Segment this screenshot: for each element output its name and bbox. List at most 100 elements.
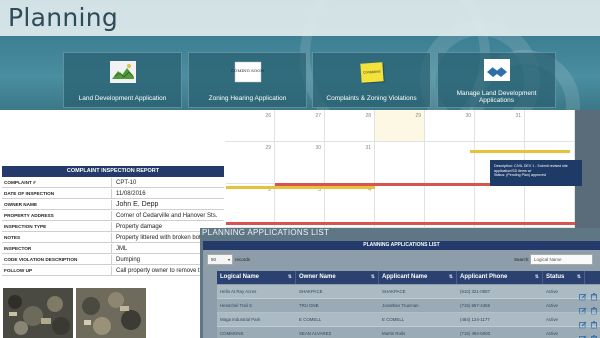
coming-soon-text: COMING SOON	[231, 68, 264, 73]
entries-value: 50	[211, 257, 217, 262]
column-header[interactable]: Owner Name ⇅	[296, 271, 379, 284]
calendar-day-cell[interactable]	[525, 110, 575, 142]
calendar-day-cell[interactable]: 27	[275, 110, 325, 142]
tooltip-line: Status: (Pending Plan) approved	[494, 173, 546, 177]
table-cell: E COMELL	[382, 317, 405, 322]
sticky-note-text: Complaints	[363, 69, 381, 75]
delete-icon[interactable]	[590, 316, 598, 329]
tile-complaints-zoning-violations[interactable]: Complaints Complaints & Zoning Violation…	[312, 52, 431, 108]
report-field-label: CODE VIOLATION DESCRIPTION	[4, 255, 112, 265]
event-tooltip: Description: CIVIL DEV 1 - Submit revise…	[490, 160, 582, 186]
tile-label: Zoning Hearing Application	[208, 95, 287, 102]
report-row: INSPECTOR JML	[2, 244, 224, 254]
panel-title: PLANNING APPLICATIONS LIST	[203, 241, 600, 250]
photo-trash-2	[76, 288, 146, 338]
calendar-event[interactable]	[275, 183, 525, 186]
report-field-label: OWNER NAME	[4, 200, 112, 210]
tile-land-development-application[interactable]: Land Development Application	[63, 52, 182, 108]
column-header[interactable]: Status ⇅	[543, 271, 585, 284]
sort-icon[interactable]: ⇅	[535, 271, 539, 284]
tile-manage-land-development-applications[interactable]: Manage Land Development Applications	[437, 52, 556, 108]
report-field-value: Corner of Cedarville and Hanover Sts.	[116, 213, 218, 219]
table-cell: (715) 867-4456	[460, 303, 491, 308]
calendar-day-cell[interactable]: 30	[425, 110, 475, 142]
sort-icon[interactable]: ⇅	[577, 271, 581, 284]
table-row[interactable]: Hello At Ray Acres SHAKPACE SHAKPACE (610) …	[217, 285, 600, 301]
tile-label: Manage Land Development Applications	[456, 90, 537, 104]
calendar-day-cell[interactable]: 30	[275, 142, 325, 184]
calendar-day-number: 30	[315, 145, 321, 151]
table-cell: SEAN ALVAREZ	[299, 331, 332, 336]
table-row[interactable]: COMMONS SEAN ALVAREZ Martin Rolls (715) 494…	[217, 327, 600, 338]
report-row: INSPECTION TYPE Property damage	[2, 222, 224, 232]
column-header[interactable]: Applicant Phone ⇅	[457, 271, 543, 284]
edit-icon[interactable]	[579, 316, 587, 329]
table-cell: Henschel Trail S	[220, 303, 252, 308]
column-header[interactable]: Applicant Name ⇅	[379, 271, 457, 284]
calendar-day-cell[interactable]	[375, 142, 425, 184]
calendar-day-cell[interactable]: 29	[225, 142, 275, 184]
entries-select[interactable]: 50 ▾	[207, 254, 233, 265]
sort-icon[interactable]: ⇅	[288, 271, 292, 284]
search-input[interactable]: Logical Name	[530, 254, 593, 265]
tile-label: Land Development Application	[78, 95, 167, 102]
sort-icon[interactable]: ⇅	[371, 271, 375, 284]
chevron-down-icon: ▾	[227, 257, 230, 262]
report-row: DATE OF INSPECTION 11/08/2016	[2, 189, 224, 199]
edit-icon[interactable]	[579, 330, 587, 338]
delete-icon[interactable]	[590, 302, 598, 315]
table-cell: TRU DNB	[299, 303, 319, 308]
entries-label: records	[235, 257, 251, 262]
edit-icon[interactable]	[579, 302, 587, 315]
edit-icon[interactable]	[579, 288, 587, 301]
sticky-note: Complaints	[360, 62, 384, 83]
calendar-day-cell[interactable]: 29	[375, 110, 425, 142]
report-title: COMPLAINT INSPECTION REPORT	[2, 166, 224, 177]
column-header[interactable]: Logical Name ⇅	[217, 271, 296, 284]
tile-zoning-hearing-application[interactable]: COMING SOON Zoning Hearing Application	[188, 52, 307, 108]
report-field-value: CPT-10	[116, 180, 137, 186]
table-cell: SHAKPACE	[382, 289, 406, 294]
table-cell: SHAKPACE	[299, 289, 323, 294]
delete-icon[interactable]	[590, 288, 598, 301]
header-banner: Planning Land Development Application CO…	[0, 0, 600, 110]
complaint-inspection-report: COMPLAINT INSPECTION REPORT COMPLAINT # C…	[0, 166, 226, 286]
table-row[interactable]: Maga Industrial Park E COMELL E COMELL (484…	[217, 313, 600, 329]
column-header-label: Owner Name	[299, 274, 336, 280]
table-cell: E COMELL	[299, 317, 322, 322]
calendar-event[interactable]	[225, 186, 375, 189]
report-field-label: INSPECTOR	[4, 244, 112, 254]
calendar-day-number: 29	[265, 145, 271, 151]
calendar-day-cell[interactable]: 26	[225, 110, 275, 142]
table-cell: COMMONS	[220, 331, 244, 336]
calendar-day-number: 31	[365, 145, 371, 151]
report-row: CODE VIOLATION DESCRIPTION Dumping	[2, 255, 224, 265]
calendar-event[interactable]	[225, 222, 575, 225]
calendar-day-number: 27	[315, 113, 321, 119]
table-row[interactable]: Henschel Trail S TRU DNB Jonathan Trueman (…	[217, 299, 600, 315]
calendar-day-cell[interactable]: 31	[325, 142, 375, 184]
calendar-event[interactable]	[470, 150, 570, 153]
report-field-label: FOLLOW UP	[4, 266, 112, 276]
report-row: COMPLAINT # CPT-10	[2, 178, 224, 188]
actions-header	[585, 271, 600, 284]
sort-icon[interactable]: ⇅	[449, 271, 453, 284]
delete-icon[interactable]	[590, 330, 598, 338]
calendar-day-cell[interactable]: 28	[325, 110, 375, 142]
report-field-label: COMPLAINT #	[4, 178, 112, 188]
page-title: Planning	[8, 3, 119, 32]
table-cell: (484) 124-1177	[460, 317, 490, 322]
handshake-icon	[483, 59, 510, 81]
land-dev-image	[109, 61, 136, 83]
report-field-label: DATE OF INSPECTION	[4, 189, 112, 199]
table-header: Logical Name ⇅ Owner Name ⇅ Applicant Name ⇅ A…	[217, 271, 600, 284]
column-header-label: Applicant Name	[382, 274, 428, 280]
calendar-day-cell[interactable]	[425, 142, 475, 184]
calendar-day-number: 28	[365, 113, 371, 119]
applications-heading: PLANNING APPLICATIONS LIST	[202, 228, 330, 237]
calendar-day-cell[interactable]: 31	[475, 110, 525, 142]
column-header-label: Status	[546, 274, 565, 280]
table-cell: Jonathan Trueman	[382, 303, 419, 308]
column-header-label: Logical Name	[220, 274, 260, 280]
app-root: Planning Land Development Application CO…	[0, 0, 600, 338]
